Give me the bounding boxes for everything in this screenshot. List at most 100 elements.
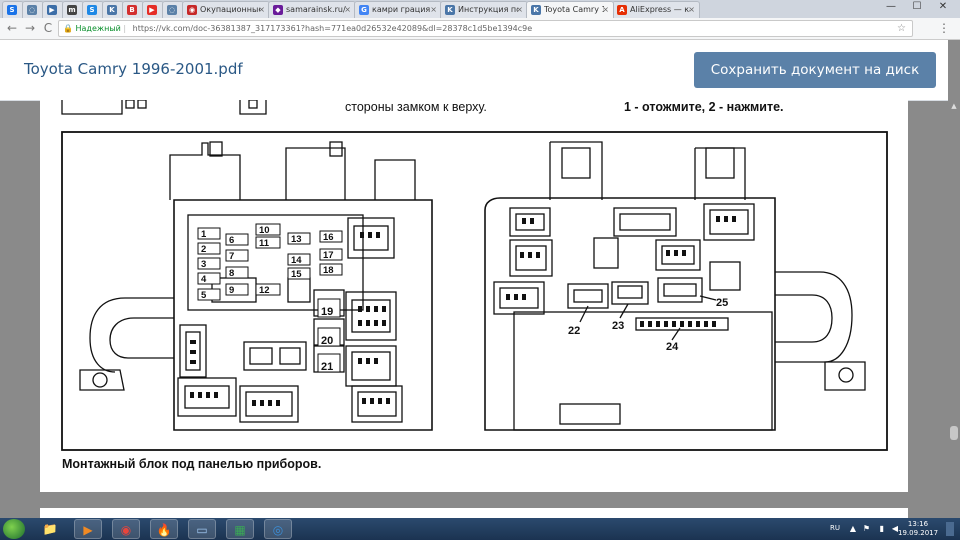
fuse-label: 11 [259,238,270,249]
fuse-label: 21 [321,361,333,373]
browser-tab[interactable]: AAliExpress — качеств× [612,1,700,18]
url-bar[interactable]: 🔒 Надежный | https://vk.com/doc-36381387… [58,20,913,37]
browser-tab[interactable]: K [102,1,124,18]
tab-label: Инструкция по эксп [458,5,518,14]
tab-label: Окупационные си [200,5,260,14]
language-indicator[interactable]: RU [830,524,840,532]
fuse-label: 2 [201,244,206,255]
app-icon[interactable]: ◎ [264,519,292,539]
tab-favicon-icon: K [531,5,541,15]
fuse-label: 4 [201,274,207,285]
fuse-label: 13 [291,234,302,245]
tab-label: samarainsk.ru/index [286,5,346,14]
junction-block-diagram: 123456789101112131415161718192021 22 2324… [61,100,888,451]
fuse-label: 20 [321,335,333,347]
tab-favicon-icon: ◉ [187,5,197,15]
tab-favicon-icon: ◌ [167,5,177,15]
window-icon[interactable]: ▭ [188,519,216,539]
browser-tab[interactable]: S [82,1,104,18]
chrome-icon[interactable]: ◉ [112,519,140,539]
fuse-label: 19 [321,306,333,318]
tab-label: Toyota Camry 1996- [544,5,604,14]
browser-tab[interactable]: ▶ [42,1,64,18]
clock[interactable]: 13:16 19.09.2017 [898,520,938,538]
fuse-label: 18 [323,265,334,276]
tab-favicon-icon: ▶ [47,5,57,15]
fuse-label: 5 [201,290,207,301]
document-header: Toyota Camry 1996-2001.pdf Сохранить док… [0,40,948,101]
tray-arrow-icon[interactable]: ▲ [850,524,856,533]
tab-favicon-icon: A [617,5,627,15]
next-page [40,508,908,518]
bookmark-star-icon[interactable]: ☆ [897,21,906,36]
document-page: стороны замком к верху. 1 - отожмите, 2 … [40,100,908,492]
fuse-label: 12 [259,285,270,296]
scroll-up-icon[interactable]: ▲ [948,102,960,112]
flag-icon[interactable]: ⚑ [863,524,870,533]
tab-favicon-icon: S [87,5,97,15]
tab-close-icon[interactable]: × [688,2,695,17]
browser-tab[interactable]: ◌ [22,1,44,18]
fuse-label: 9 [229,285,234,296]
fuse-label: 3 [201,259,206,270]
tab-close-icon[interactable]: × [430,2,437,17]
save-document-button[interactable]: Сохранить документ на диск [694,52,936,88]
fuse-label: 8 [229,268,234,279]
scrollbar-thumb[interactable] [950,426,958,440]
tab-close-icon[interactable]: × [516,2,523,17]
tab-close-icon[interactable]: × [602,2,609,17]
connector-label: 23 [612,320,624,332]
forward-button[interactable]: → [22,20,38,36]
reload-button[interactable]: C [40,20,56,36]
media-player-icon[interactable]: ▶ [74,519,102,539]
taskbar: 📁 ▶ ◉ 🔥 ▭ ▦ ◎ RU ▲ ⚑ ▮ ◀ 13:16 19.09.2017 [0,518,960,540]
browser-tab[interactable]: ◌ [162,1,184,18]
tab-close-icon[interactable]: × [344,2,351,17]
fuse-label: 16 [323,232,334,243]
start-button[interactable] [3,519,25,539]
fuse-label: 17 [323,250,334,261]
network-icon[interactable]: ▮ [880,524,884,533]
tab-favicon-icon: ◌ [27,5,37,15]
url-text: https://vk.com/doc-36381387_317173361?ha… [132,24,533,33]
browser-tab[interactable]: Gкамри грация инстр× [354,1,442,18]
window-maximize-button[interactable]: ☐ [904,0,930,14]
browser-tab[interactable]: m [62,1,84,18]
connector-label: 22 [568,325,580,337]
tab-favicon-icon: B [127,5,137,15]
browser-tab[interactable]: KИнструкция по эксп× [440,1,528,18]
back-button[interactable]: ← [4,20,20,36]
fuse-label: 7 [229,251,234,262]
document-title: Toyota Camry 1996-2001.pdf [24,60,243,78]
figure-caption: Монтажный блок под панелью приборов. [62,457,322,471]
tab-strip: S◌▶mSKB▶◌◉Окупационные си×◆samarainsk.ru… [0,0,960,18]
excel-icon[interactable]: ▦ [226,519,254,539]
tab-label: камри грация инстр [372,5,432,14]
tab-favicon-icon: K [445,5,455,15]
fuse-label-group: 123456789101112131415161718192021 [197,223,343,373]
address-toolbar: ← → C 🔒 Надежный | https://vk.com/doc-36… [0,18,960,40]
browser-tab[interactable]: ◉Окупационные си× [182,1,270,18]
browser-tab[interactable]: KToyota Camry 1996-× [526,1,614,18]
show-desktop-button[interactable] [946,522,954,536]
tab-favicon-icon: K [107,5,117,15]
fuse-label: 15 [291,269,302,280]
connector-label: 25 [716,297,728,309]
clock-time: 13:16 [907,520,929,528]
tab-close-icon[interactable]: × [258,2,265,17]
browser-tab[interactable]: B [122,1,144,18]
fuse-label: 10 [259,225,270,236]
tab-favicon-icon: G [359,5,369,15]
window-close-button[interactable]: ✕ [930,0,956,14]
window-minimize-button[interactable]: — [878,0,904,14]
browser-menu-icon[interactable]: ⋮ [938,20,950,36]
explorer-icon[interactable]: 📁 [36,519,64,539]
firefox-icon[interactable]: 🔥 [150,519,178,539]
fuse-label: 6 [229,235,234,246]
lock-icon: 🔒 [63,24,73,33]
browser-tab[interactable]: ◆samarainsk.ru/index× [268,1,356,18]
scrollbar[interactable]: ▲ [948,40,960,517]
browser-tab[interactable]: ▶ [142,1,164,18]
browser-tab[interactable]: S [2,1,24,18]
fuse-label: 14 [291,255,302,266]
